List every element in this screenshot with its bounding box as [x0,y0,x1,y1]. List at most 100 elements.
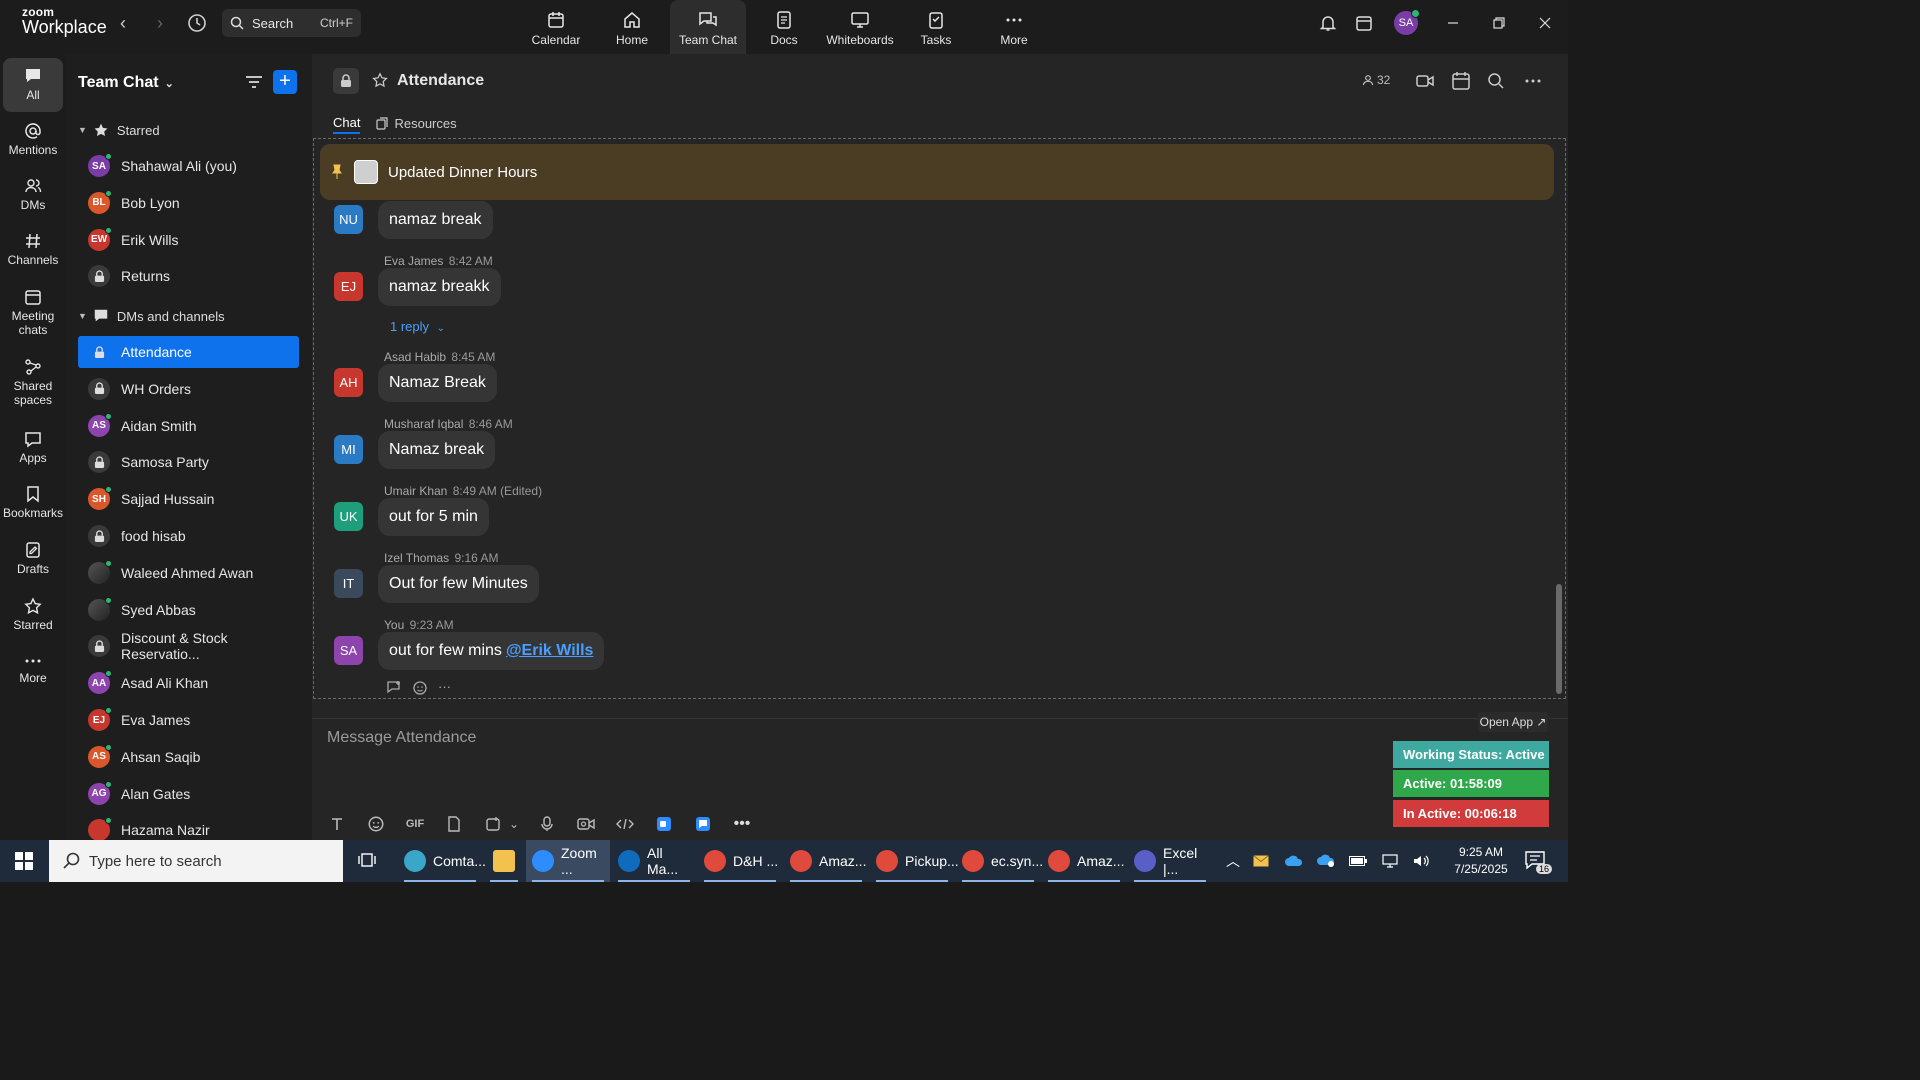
nav-team-chat[interactable]: Team Chat [670,0,746,54]
onedrive-icon[interactable] [1278,855,1310,867]
tray-overflow-icon[interactable]: ︿ [1222,851,1244,871]
scrollbar[interactable] [1556,584,1562,694]
search-channel-icon[interactable] [1486,71,1506,91]
message-avatar[interactable]: AH [334,368,363,397]
emoji-reaction-icon[interactable] [412,680,428,698]
open-app-button[interactable]: Open App ↗ [1478,712,1548,732]
message-avatar[interactable]: MI [334,435,363,464]
rail-shared-spaces[interactable]: Shared spaces [3,358,63,407]
thread-reply-link[interactable]: 1 reply ⌄ [390,319,445,334]
taskbar-app[interactable]: Excel |... [1128,840,1212,882]
message-author[interactable]: Musharaf Iqbal [384,417,463,431]
gif-icon[interactable]: GIF [404,813,426,835]
sidebar-user-item[interactable]: Hazama Nazir [78,814,299,840]
sidebar-user-item[interactable]: AS Aidan Smith [78,410,299,442]
add-chat-button[interactable]: + [273,70,297,94]
message-avatar[interactable]: NU [334,205,363,234]
message-author[interactable]: Asad Habib [384,350,446,364]
rail-drafts[interactable]: Drafts [3,541,63,576]
nav-more[interactable]: More [974,0,1054,54]
rail-all[interactable]: All [3,58,63,112]
sidebar-user-item[interactable]: SH Sajjad Hussain [78,483,299,515]
sidebar-channel-item[interactable]: Discount & Stock Reservatio... [78,630,299,662]
taskbar-app[interactable]: Comta... [398,840,486,882]
taskbar-clock[interactable]: 9:25 AM 7/25/2025 [1446,844,1516,878]
message-bubble[interactable]: namaz break [378,201,493,239]
minimize-button[interactable] [1430,0,1476,46]
taskbar-app[interactable]: Amaz... [784,840,868,882]
history-icon[interactable] [186,12,208,34]
message-author[interactable]: Izel Thomas [384,551,449,565]
sidebar-user-item[interactable]: EW Erik Wills [78,224,299,256]
sidebar-title[interactable]: Team Chat ⌄ [78,74,174,92]
notification-center-icon[interactable]: 16 [1524,850,1552,874]
message-bubble[interactable]: Namaz Break [378,364,497,402]
message-author[interactable]: Umair Khan [384,484,447,498]
sidebar-user-item[interactable]: AA Asad Ali Khan [78,667,299,699]
chevron-down-icon[interactable]: ⌄ [509,813,519,835]
message-bubble[interactable]: out for 5 min [378,498,489,536]
message-author[interactable]: Eva James [384,254,443,268]
start-button[interactable] [0,840,48,882]
forward-arrow-icon[interactable]: › [149,12,171,34]
nav-whiteboards[interactable]: Whiteboards [822,0,898,54]
message-avatar[interactable]: SA [334,636,363,665]
more-icon[interactable]: ••• [731,813,753,835]
members-count[interactable]: 32 [1362,73,1390,87]
more-options-icon[interactable] [1523,71,1543,91]
video-icon[interactable] [1415,71,1435,91]
taskbar-app[interactable]: Pickup... [870,840,959,882]
text-format-icon[interactable] [326,813,348,835]
sidebar-user-item[interactable]: Syed Abbas [78,594,299,626]
nav-docs[interactable]: Docs [746,0,822,54]
dms-section-header[interactable]: ▼ DMs and channels [78,308,225,324]
taskbar-app[interactable]: Amaz... [1042,840,1126,882]
back-arrow-icon[interactable]: ‹ [112,12,134,34]
close-button[interactable] [1522,0,1568,46]
volume-icon[interactable] [1406,854,1436,868]
taskbar-app[interactable]: All Ma... [612,840,696,882]
sidebar-channel-item[interactable]: Returns [78,260,299,292]
video-message-icon[interactable] [575,813,597,835]
sidebar-channel-item[interactable]: food hisab [78,520,299,552]
rail-bookmarks[interactable]: Bookmarks [3,485,63,520]
sidebar-user-item[interactable]: EJ Eva James [78,704,299,736]
message-bubble[interactable]: namaz breakk [378,268,501,306]
taskbar-search[interactable]: Type here to search [49,840,343,882]
pinned-message-banner[interactable]: Updated Dinner Hours [320,144,1554,200]
chat-app-icon[interactable] [692,813,714,835]
starred-section-header[interactable]: ▼ Starred [78,122,160,138]
sidebar-channel-item[interactable]: Attendance [78,336,299,368]
rail-apps[interactable]: Apps [3,430,63,465]
star-channel-icon[interactable] [372,72,388,93]
zoom-app-icon[interactable] [653,813,675,835]
user-mention-link[interactable]: @Erik Wills [506,642,593,660]
sidebar-user-item[interactable]: AS Ahsan Saqib [78,741,299,773]
notifications-bell-icon[interactable] [1310,0,1346,46]
screenshot-icon[interactable] [482,813,504,835]
code-snippet-icon[interactable] [614,813,636,835]
message-bubble[interactable]: out for few mins @Erik Wills [378,632,605,670]
message-author[interactable]: You [384,618,404,632]
battery-icon[interactable] [1342,856,1374,866]
user-avatar[interactable]: SA [1394,9,1420,35]
file-icon[interactable] [443,813,465,835]
rail-dms[interactable]: DMs [3,177,63,212]
more-actions-icon[interactable]: ··· [438,680,451,698]
search-bar[interactable]: Search Ctrl+F [222,9,361,37]
nav-home[interactable]: Home [594,0,670,54]
filter-icon[interactable] [244,72,264,92]
tab-chat[interactable]: Chat [333,112,361,134]
message-bubble[interactable]: Namaz break [378,431,496,469]
sidebar-user-item[interactable]: BL Bob Lyon [78,187,299,219]
taskbar-app[interactable] [484,840,524,882]
sidebar-user-item[interactable]: AG Alan Gates [78,778,299,810]
taskbar-app[interactable]: ec.syn... [956,840,1043,882]
nav-tasks[interactable]: Tasks [898,0,974,54]
rail-starred[interactable]: Starred [3,597,63,632]
restore-button[interactable] [1476,0,1522,46]
message-avatar[interactable]: EJ [334,272,363,301]
message-bubble[interactable]: Out for few Minutes [378,565,539,603]
task-view-icon[interactable] [356,849,380,873]
taskbar-app[interactable]: D&H ... [698,840,782,882]
